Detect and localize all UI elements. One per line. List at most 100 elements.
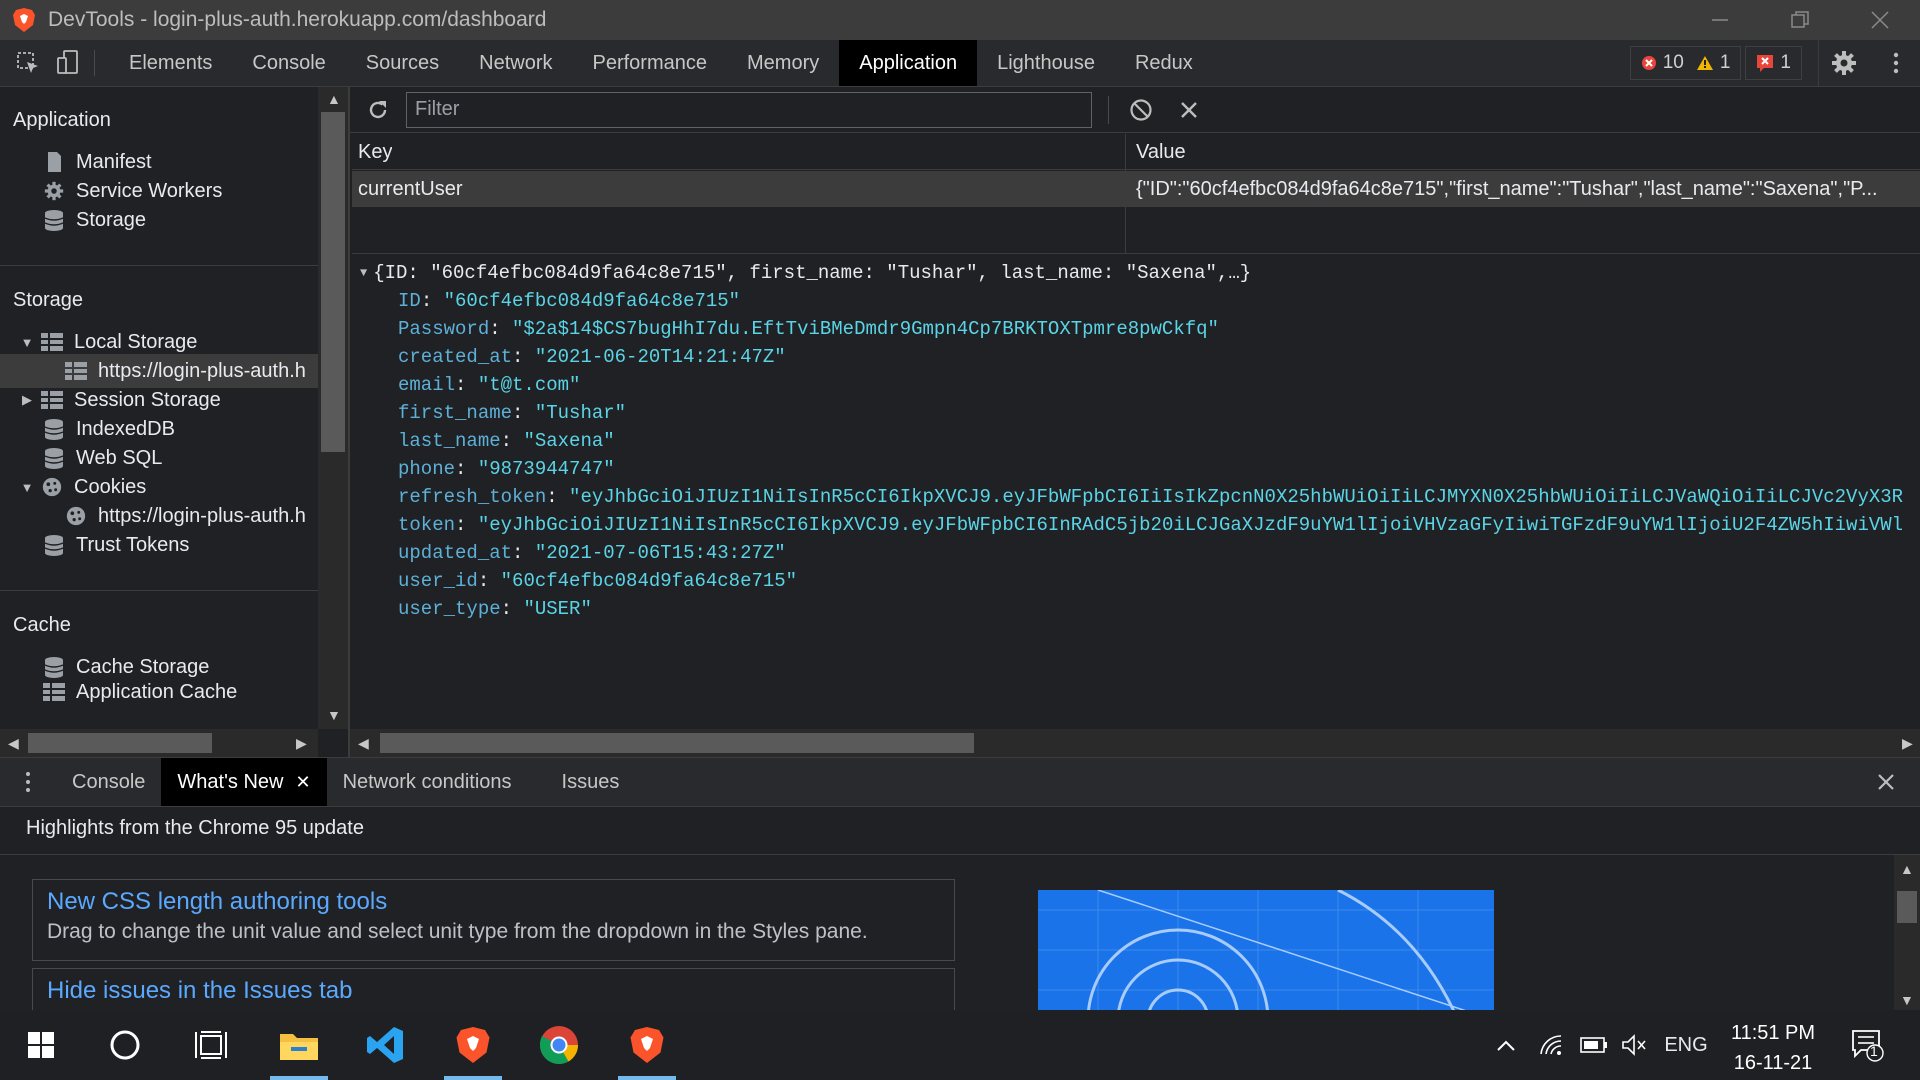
device-toolbar-button[interactable] (48, 40, 88, 86)
column-resizer[interactable] (1125, 134, 1126, 254)
tab-network[interactable]: Network (459, 40, 572, 86)
error-warning-counter[interactable]: 10 1 (1629, 46, 1742, 80)
clock-time: 11:51 PM (1730, 1022, 1816, 1044)
notification-count: 1 (1870, 1043, 1878, 1059)
expanded-triangle-icon[interactable]: ▼ (20, 480, 34, 495)
expanded-triangle-icon[interactable]: ▼ (360, 266, 367, 280)
issues-counter[interactable]: 1 (1745, 46, 1802, 80)
task-view-button[interactable] (176, 1010, 246, 1080)
delete-selected-button[interactable] (1173, 94, 1205, 126)
scrollbar-thumb[interactable] (1897, 891, 1917, 923)
database-icon (44, 448, 64, 469)
show-hidden-icons-button[interactable] (1490, 1010, 1522, 1080)
sidebar-item-label: Cookies (74, 475, 147, 498)
issues-count: 1 (1780, 52, 1791, 73)
taskbar-brave[interactable] (438, 1010, 508, 1080)
feature-card-description: Drag to change the unit value and select… (47, 920, 868, 943)
tab-performance[interactable]: Performance (573, 40, 728, 86)
scroll-left-arrow-icon[interactable]: ◀ (8, 735, 19, 752)
network-status[interactable] (1534, 1010, 1570, 1080)
inspect-cursor-icon (17, 52, 38, 73)
tab-memory[interactable]: Memory (727, 40, 839, 86)
close-drawer-button[interactable] (1866, 758, 1906, 806)
volume-control[interactable] (1616, 1010, 1652, 1080)
drawer-menu-button[interactable] (0, 758, 56, 806)
feature-card-title[interactable]: Hide issues in the Issues tab (47, 977, 940, 1005)
windows-logo-icon (28, 1032, 54, 1058)
close-window-button[interactable] (1840, 0, 1920, 40)
object-summary[interactable]: ▼ {ID: "60cf4efbc084d9fa64c8e715", first… (360, 259, 1920, 287)
collapsed-triangle-icon[interactable]: ▶ (20, 392, 34, 408)
battery-status[interactable] (1576, 1010, 1612, 1080)
drawer-tab-network-conditions[interactable]: Network conditions (327, 758, 528, 806)
close-icon (1878, 774, 1894, 790)
clear-all-button[interactable] (1125, 94, 1157, 126)
property-row: token: "eyJhbGciOiJIUzI1NiIsInR5cCI6IkpX… (398, 514, 1904, 536)
scroll-up-arrow-icon[interactable]: ▲ (327, 91, 341, 107)
taskbar-chrome[interactable] (524, 1010, 594, 1080)
database-icon (44, 419, 64, 440)
drawer-vertical-scrollbar[interactable]: ▲ ▼ (1894, 855, 1920, 1010)
taskbar-vscode[interactable] (350, 1010, 420, 1080)
scrollbar-thumb[interactable] (380, 733, 974, 753)
sidebar-item-cache-storage[interactable]: Cache Storage (0, 650, 318, 684)
kebab-menu-icon (26, 772, 30, 792)
expanded-triangle-icon[interactable]: ▼ (20, 335, 34, 350)
table-header: Key Value (352, 134, 1920, 170)
brave-logo-icon (630, 1027, 664, 1063)
tab-redux[interactable]: Redux (1115, 40, 1213, 86)
taskbar-file-explorer[interactable] (264, 1010, 334, 1080)
feature-card[interactable]: New CSS length authoring tools Drag to c… (32, 879, 955, 961)
settings-button[interactable] (1818, 40, 1868, 86)
value-preview: ▼ {ID: "60cf4efbc084d9fa64c8e715", first… (360, 259, 1920, 679)
feature-card[interactable]: Hide issues in the Issues tab (32, 968, 955, 1010)
inspect-element-button[interactable] (8, 40, 48, 86)
sidebar-item-application-cache[interactable]: Application Cache (0, 681, 318, 707)
filter-input[interactable] (406, 91, 1092, 128)
tab-console[interactable]: Console (232, 40, 345, 86)
restore-button[interactable] (1760, 0, 1840, 40)
refresh-button[interactable] (350, 87, 406, 133)
sidebar-item-trust-tokens[interactable]: Trust Tokens (0, 528, 318, 562)
drawer-tab-issues[interactable]: Issues (528, 758, 636, 806)
scroll-right-arrow-icon[interactable]: ▶ (1902, 735, 1913, 752)
scroll-down-arrow-icon[interactable]: ▼ (327, 707, 341, 723)
scroll-left-arrow-icon[interactable]: ◀ (358, 735, 369, 752)
issue-flag-icon (1757, 55, 1774, 72)
minimize-button[interactable] (1680, 0, 1760, 40)
value-column-header[interactable]: Value (1136, 134, 1186, 170)
scroll-down-arrow-icon[interactable]: ▼ (1900, 992, 1914, 1008)
table-row[interactable]: currentUser {"ID":"60cf4efbc084d9fa64c8e… (352, 171, 1920, 207)
input-language[interactable]: ENG (1658, 1010, 1714, 1080)
taskbar-clock[interactable]: 11:51 PM 16-11-21 (1718, 1018, 1828, 1078)
search-button[interactable] (90, 1010, 160, 1080)
scrollbar-thumb[interactable] (321, 112, 345, 452)
tab-lighthouse[interactable]: Lighthouse (977, 40, 1115, 86)
sidebar-vertical-scrollbar[interactable]: ▲ ▼ (318, 87, 348, 729)
more-options-button[interactable] (1878, 40, 1914, 86)
tab-application[interactable]: Application (839, 40, 978, 86)
close-icon (1181, 101, 1197, 118)
database-icon (44, 210, 64, 231)
toolbar-separator (94, 50, 95, 76)
key-column-header[interactable]: Key (358, 134, 392, 170)
chrome-devtools-illustration (1038, 890, 1494, 1010)
tab-elements[interactable]: Elements (109, 40, 232, 86)
scroll-up-arrow-icon[interactable]: ▲ (1900, 861, 1914, 877)
scrollbar-thumb[interactable] (28, 733, 212, 753)
grid-table-icon (65, 362, 87, 380)
close-tab-icon[interactable]: ✕ (295, 772, 310, 793)
tab-sources[interactable]: Sources (346, 40, 459, 86)
drawer-tab-console[interactable]: Console (56, 758, 161, 806)
start-button[interactable] (6, 1010, 76, 1080)
preview-horizontal-scrollbar[interactable]: ◀ ▶ (350, 729, 1920, 757)
sidebar-item-storage[interactable]: Storage (0, 203, 318, 237)
error-count: 10 (1662, 52, 1684, 73)
scroll-right-arrow-icon[interactable]: ▶ (296, 735, 307, 752)
taskbar-brave-devtools[interactable] (612, 1010, 682, 1080)
feature-card-title[interactable]: New CSS length authoring tools (47, 888, 940, 916)
drawer-tab-whats-new[interactable]: What's New ✕ (161, 758, 327, 806)
sidebar-horizontal-scrollbar[interactable]: ◀ ▶ (0, 729, 318, 757)
action-center-button[interactable]: 1 (1840, 1010, 1896, 1080)
property-row: phone: "9873944747" (398, 458, 615, 480)
